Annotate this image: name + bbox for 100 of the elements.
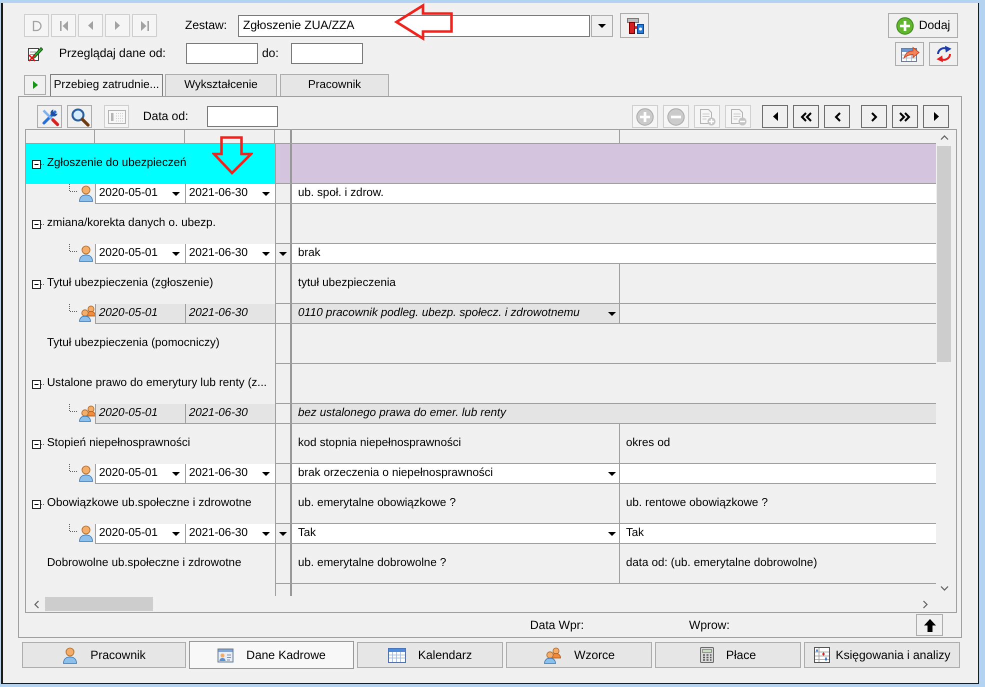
chevron-right-icon: [870, 112, 878, 122]
collapse-icon[interactable]: [32, 220, 45, 228]
tree-node[interactable]: Zgłoszenie do ubezpieczeń: [26, 144, 275, 184]
plus-circle-icon: [636, 108, 654, 126]
date-field[interactable]: 2020-05-01: [95, 404, 185, 424]
stamp-icon: [626, 16, 644, 34]
previous-record-button[interactable]: [762, 105, 788, 128]
date-field[interactable]: 2020-05-01: [95, 464, 185, 484]
tree-connector-icon: [69, 524, 78, 532]
date-field[interactable]: 2020-05-01: [95, 524, 185, 544]
person-icon: [78, 185, 94, 202]
set-label: Zestaw:: [185, 18, 228, 33]
combo-field[interactable]: brak orzeczenia o niepełnosprawności: [292, 464, 620, 484]
scrollbar-thumb[interactable]: [45, 597, 153, 611]
date-field[interactable]: 2021-06-30: [185, 184, 275, 204]
play-button[interactable]: [24, 75, 46, 95]
tree-node[interactable]: Obowiązkowe ub.społeczne i zdrowotne: [26, 484, 275, 524]
tree-node[interactable]: zmiana/korekta danych o. ubezp.: [26, 204, 275, 244]
entry-date-label: Data Wpr:: [530, 618, 582, 632]
scroll-top-button[interactable]: [916, 614, 943, 636]
value-field[interactable]: bez ustalonego prawa do emer. lub renty: [292, 404, 936, 424]
double-chevron-right-icon: [899, 112, 911, 122]
next-page-button[interactable]: [861, 105, 887, 128]
arrow-up-icon: [924, 618, 936, 632]
calendar-icon: [388, 647, 406, 663]
people-icon: [543, 646, 562, 664]
tab[interactable]: Przebieg zatrudnie...: [50, 74, 163, 96]
browse-label: Przeglądaj dane od:: [59, 46, 167, 61]
caret-down-icon: [279, 532, 287, 536]
date-field[interactable]: 2021-06-30: [185, 244, 275, 264]
export-table-button[interactable]: [895, 42, 924, 66]
tree-node[interactable]: Stopień niepełnosprawności: [26, 424, 275, 464]
caret-down-icon: [598, 24, 606, 28]
d-outline-icon: [32, 20, 42, 32]
date-field[interactable]: 2021-06-30: [185, 524, 275, 544]
stamp-button[interactable]: [620, 13, 649, 38]
document-minus-icon: [729, 108, 747, 126]
module-tab[interactable]: Księgowania i analizy: [804, 642, 960, 668]
tab[interactable]: Pracownik: [280, 74, 389, 96]
caret-down-icon: [279, 252, 287, 256]
collapse-icon[interactable]: [32, 280, 45, 288]
tree-connector-icon: [69, 244, 78, 252]
next-record-button[interactable]: [923, 105, 949, 128]
date-field[interactable]: 2020-05-01: [95, 304, 185, 324]
id-card-icon: [217, 647, 234, 663]
calculator-icon: [700, 647, 714, 663]
play-icon: [32, 81, 38, 89]
minus-circle-icon: [667, 108, 685, 126]
tools-button[interactable]: [37, 105, 62, 128]
tree-node[interactable]: Tytuł ubezpieczenia (zgłoszenie): [26, 264, 275, 304]
person-icon: [78, 245, 94, 262]
people-icon: [78, 305, 97, 322]
value-field[interactable]: Tak: [620, 524, 936, 544]
triangle-left-icon: [88, 21, 93, 30]
date-field[interactable]: 2021-06-30: [185, 464, 275, 484]
tree-node[interactable]: Tytuł ubezpieczenia (pomocniczy): [26, 324, 275, 364]
previous-page-button[interactable]: [824, 105, 850, 128]
caret-down-icon: [262, 192, 270, 196]
person-icon: [62, 646, 78, 664]
double-chevron-left-icon: [800, 112, 812, 122]
module-tab[interactable]: Dane Kadrowe: [189, 641, 354, 669]
dropdown-button[interactable]: [591, 14, 613, 36]
tree-node[interactable]: Ustalone prawo do emerytury lub renty (z...: [26, 364, 275, 404]
scrollbar-thumb[interactable]: [937, 146, 951, 362]
date-from-field[interactable]: [207, 106, 278, 127]
caret-down-icon: [262, 532, 270, 536]
date-field[interactable]: 2020-05-01: [95, 184, 185, 204]
last-page-button[interactable]: [892, 105, 918, 128]
collapse-icon[interactable]: [32, 500, 45, 508]
value-field[interactable]: ub. społ. i zdrow.: [292, 184, 936, 204]
chevron-right-icon: [923, 600, 928, 608]
module-tab[interactable]: Pracownik: [22, 642, 186, 668]
module-tab[interactable]: Wzorce: [506, 642, 652, 668]
add-button[interactable]: Dodaj: [888, 13, 958, 38]
person-icon: [78, 465, 94, 482]
date-field[interactable]: 2020-05-01: [95, 244, 185, 264]
module-tab[interactable]: Płace: [655, 642, 801, 668]
entered-by-label: Wprow:: [689, 618, 730, 632]
set-combo[interactable]: Zgłoszenie ZUA/ZZA: [238, 14, 590, 36]
module-tab[interactable]: Kalendarz: [357, 642, 503, 668]
collapse-icon[interactable]: [32, 440, 45, 448]
combo-field[interactable]: Tak: [292, 524, 620, 544]
value-field[interactable]: brak: [292, 244, 936, 264]
refresh-button[interactable]: [929, 42, 958, 66]
date-to-field[interactable]: [291, 43, 363, 64]
date-field[interactable]: 2021-06-30: [185, 404, 275, 424]
date-from-field[interactable]: [186, 43, 258, 64]
tree-node[interactable]: Dobrowolne ub.społeczne i zdrowotne: [26, 544, 275, 584]
combo-field[interactable]: 0110 pracownik podleg. ubezp. społecz. i zdrowotnemu: [292, 304, 620, 324]
notepad-pen-icon[interactable]: [27, 45, 43, 62]
tree-connector-icon: [69, 304, 78, 312]
date-field[interactable]: 2021-06-30: [185, 304, 275, 324]
tab[interactable]: Wykształcenie: [165, 74, 277, 96]
triangle-right-icon: [115, 21, 120, 30]
triangle-right-icon: [934, 112, 938, 121]
collapse-icon[interactable]: [32, 160, 45, 168]
collapse-icon[interactable]: [32, 380, 45, 388]
tree-connector-icon: [69, 464, 78, 472]
first-page-button[interactable]: [793, 105, 819, 128]
search-button[interactable]: [67, 105, 92, 128]
